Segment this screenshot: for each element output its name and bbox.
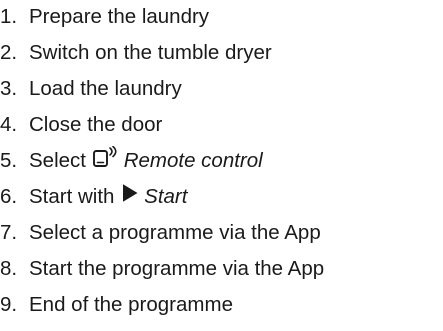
- step-1: 1. Prepare the laundry: [0, 0, 209, 34]
- instruction-list: 1. Prepare the laundry 2. Switch on the tu…: [0, 0, 443, 331]
- step-2: 2. Switch on the tumble dryer: [0, 36, 272, 70]
- step-6: 6. Start with Start: [0, 180, 187, 214]
- remote-control-label: Remote control: [123, 149, 263, 172]
- step-number: 6.: [0, 185, 18, 208]
- step-number: 5.: [0, 149, 18, 172]
- step-3: 3. Load the laundry: [0, 72, 182, 106]
- step-text: Select a programme via the App: [29, 221, 321, 244]
- step-number: 2.: [0, 41, 18, 64]
- step-7: 7. Select a programme via the App: [0, 216, 321, 250]
- step-prefix: Select: [29, 149, 86, 172]
- step-4: 4. Close the door: [0, 108, 162, 142]
- remote-control-icon: [92, 145, 120, 179]
- play-icon: [120, 181, 140, 215]
- step-text: Start the programme via the App: [29, 257, 325, 280]
- step-number: 9.: [0, 293, 18, 316]
- step-number: 4.: [0, 113, 18, 136]
- step-text: End of the programme: [29, 293, 233, 316]
- step-5: 5. Select Remote control: [0, 144, 263, 178]
- step-8: 8. Start the programme via the App: [0, 252, 324, 286]
- step-number: 7.: [0, 221, 18, 244]
- step-number: 8.: [0, 257, 18, 280]
- step-text: Prepare the laundry: [29, 5, 210, 28]
- step-9: 9. End of the programme: [0, 288, 233, 322]
- step-text: Switch on the tumble dryer: [29, 41, 272, 64]
- step-number: 1.: [0, 5, 18, 28]
- step-prefix: Start with: [29, 185, 115, 208]
- step-number: 3.: [0, 77, 18, 100]
- step-text: Load the laundry: [29, 77, 182, 100]
- start-label: Start: [144, 185, 188, 208]
- step-text: Close the door: [29, 113, 163, 136]
